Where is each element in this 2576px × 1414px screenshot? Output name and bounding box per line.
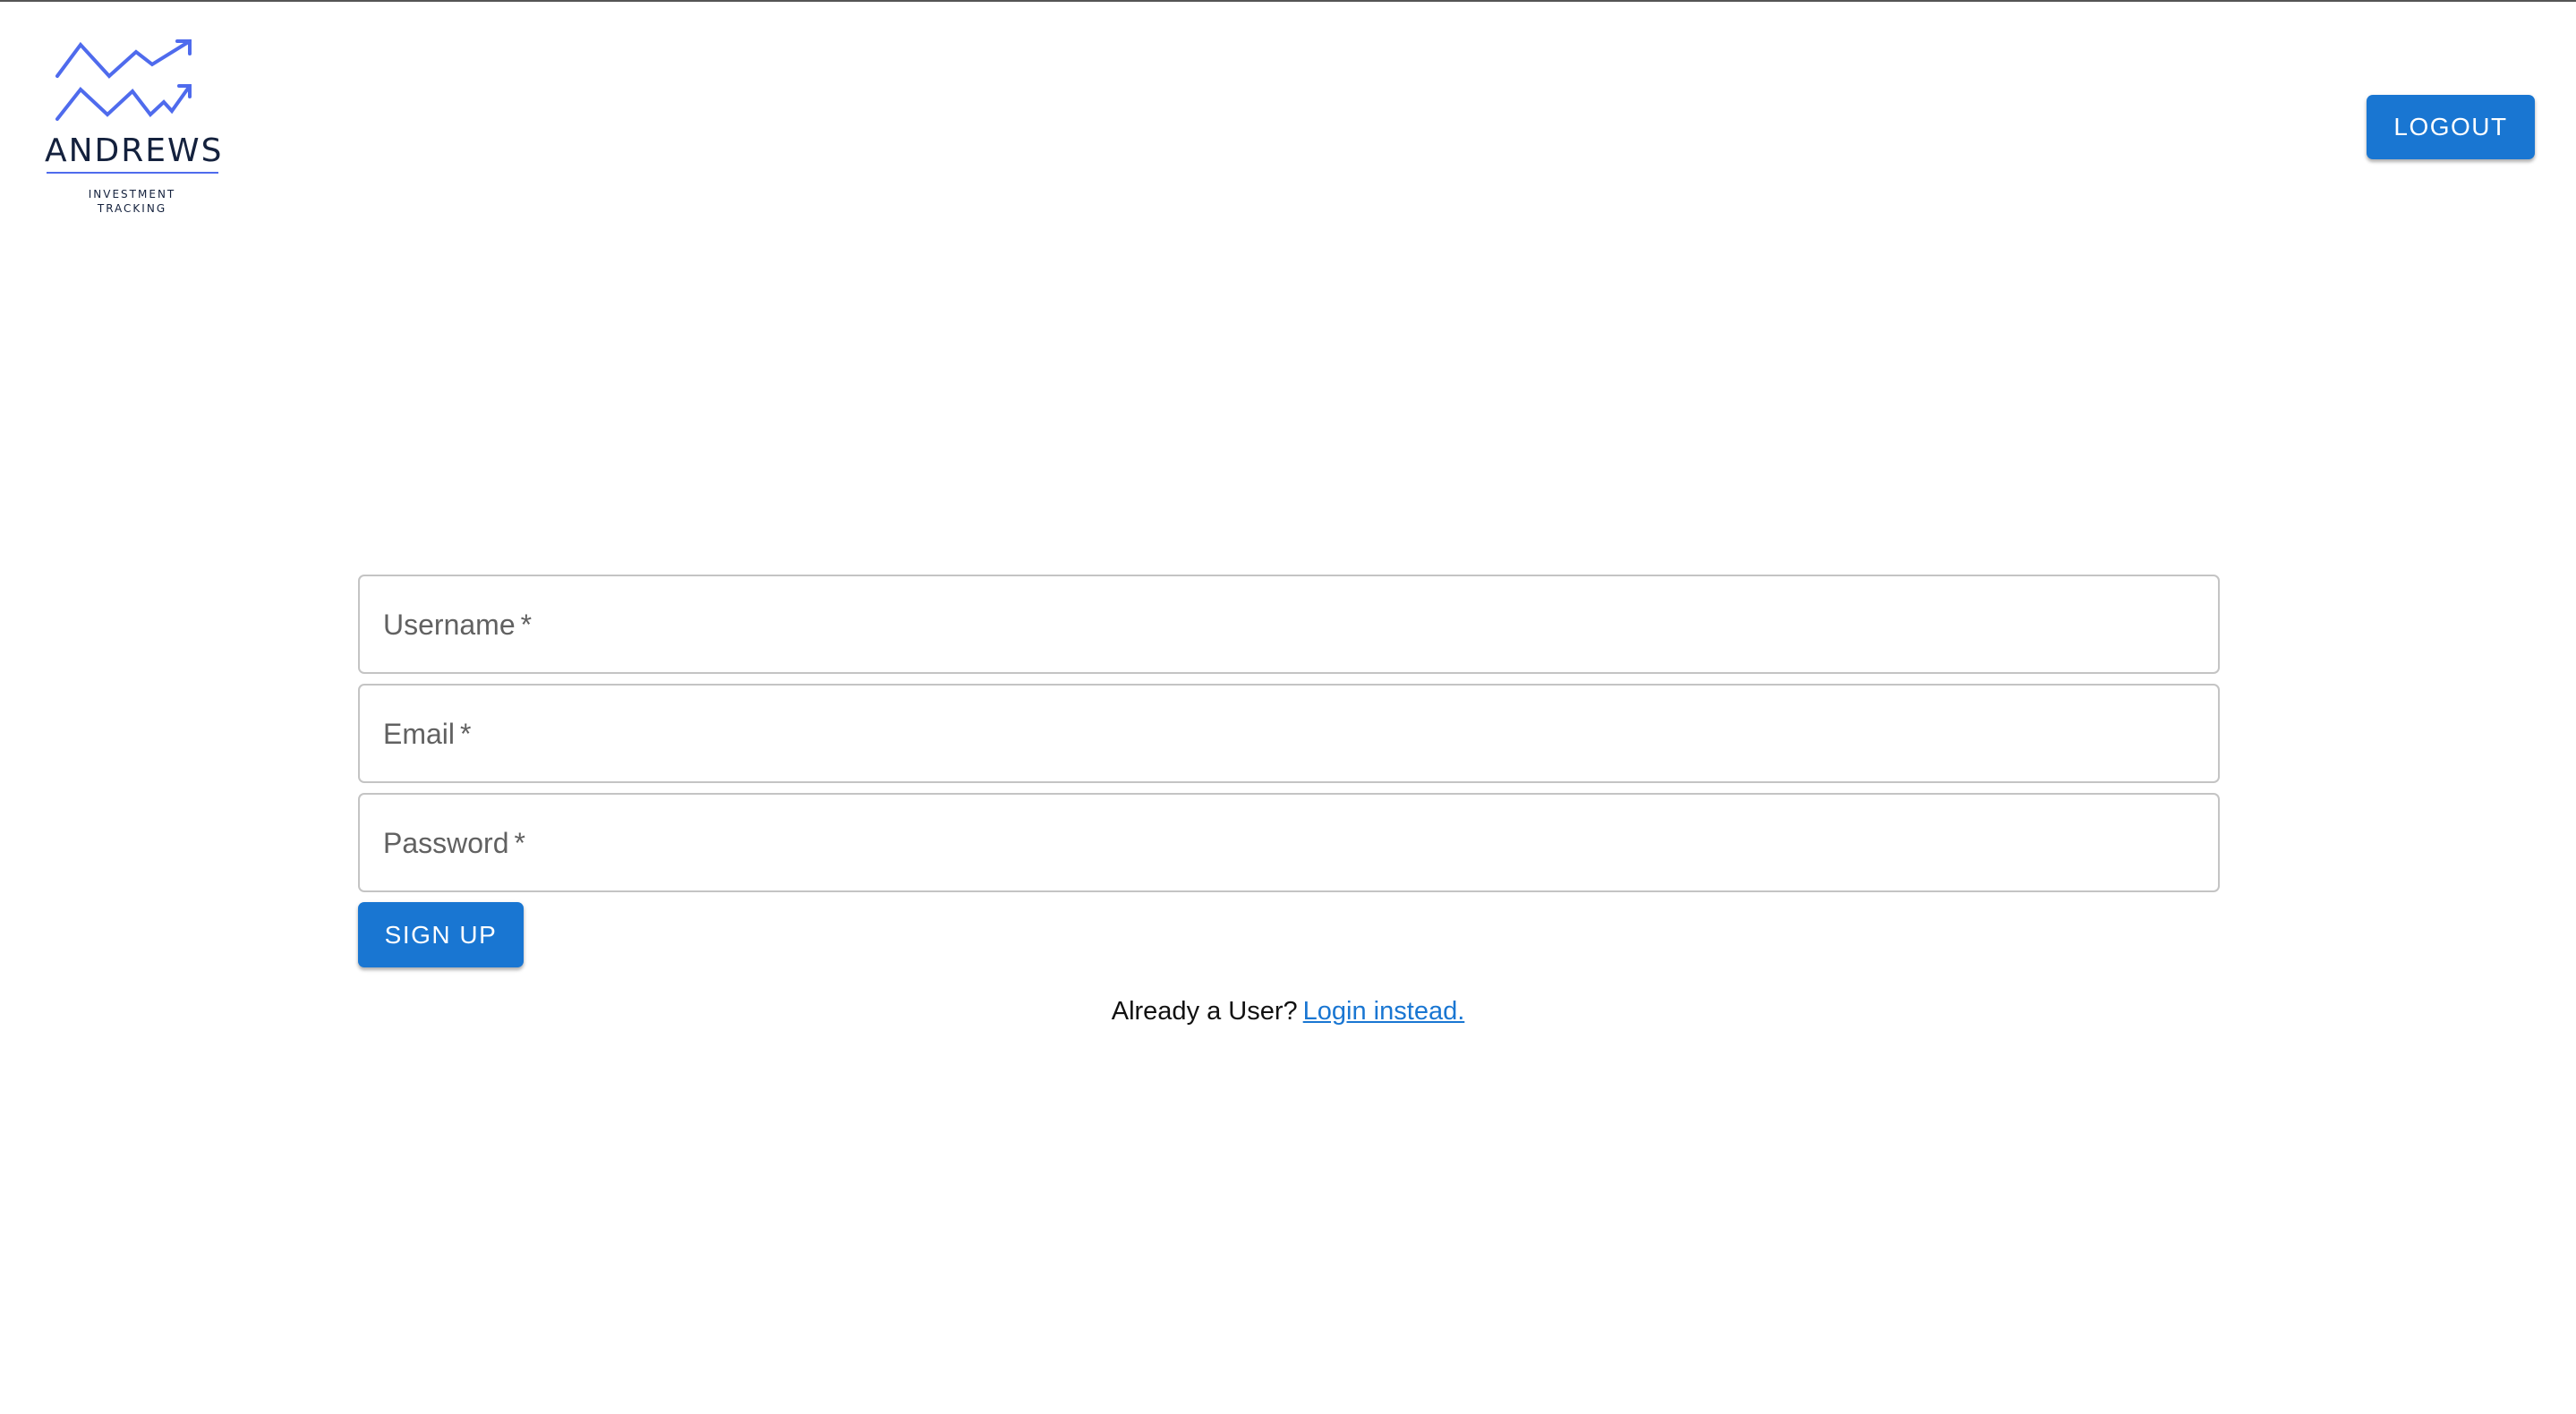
rising-chart-arrows-icon — [55, 39, 192, 121]
email-input[interactable] — [360, 686, 2218, 781]
brand-logo[interactable]: ANDREWS INVESTMENT TRACKING — [45, 36, 224, 219]
login-prompt-text: Already a User? — [1111, 997, 1298, 1026]
brand-underline — [47, 172, 218, 174]
sign-up-button[interactable]: SIGN UP — [358, 902, 524, 967]
email-field[interactable]: Email * — [358, 684, 2220, 783]
username-input[interactable] — [360, 576, 2218, 672]
username-field[interactable]: Username * — [358, 575, 2220, 674]
password-field[interactable]: Password * — [358, 793, 2220, 892]
password-input[interactable] — [360, 795, 2218, 890]
brand-tagline-line2: TRACKING — [97, 202, 167, 215]
logout-button[interactable]: LOGOUT — [2367, 95, 2535, 159]
login-instead-link[interactable]: Login instead. — [1303, 997, 1465, 1026]
brand-wordmark: ANDREWS — [45, 132, 224, 169]
brand-tagline-line1: INVESTMENT — [88, 188, 176, 200]
login-prompt: Already a User? Login instead. — [0, 997, 2576, 1026]
top-border — [0, 0, 2576, 2]
